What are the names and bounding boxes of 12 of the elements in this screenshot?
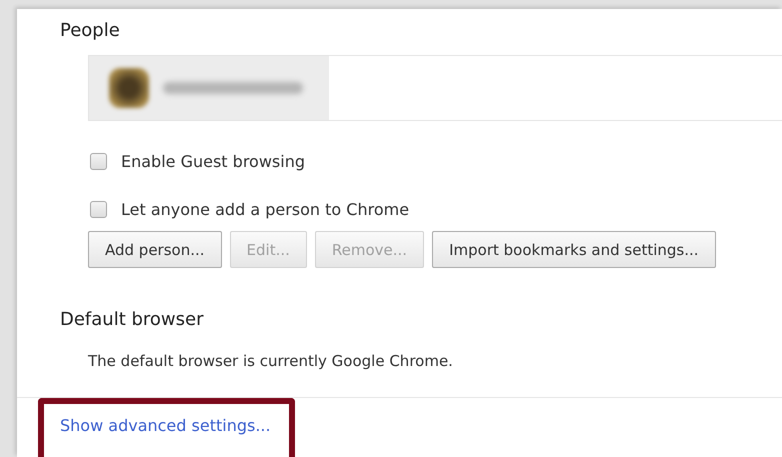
- checkbox-label: Enable Guest browsing: [121, 152, 305, 171]
- avatar-placeholder: [109, 68, 149, 108]
- section-heading: Default browser: [60, 309, 205, 330]
- people-button[interactable]: Import bookmarks and settings...: [432, 231, 716, 268]
- checkbox-label: Let anyone add a person to Chrome: [121, 200, 410, 219]
- people-button[interactable]: Add person...: [88, 231, 222, 268]
- default-browser-text: The default browser is currently Google Chrome.: [88, 352, 454, 370]
- checkbox[interactable]: [90, 201, 107, 218]
- section-heading: People: [60, 20, 121, 41]
- checkbox[interactable]: [90, 153, 107, 170]
- profile-card[interactable]: [88, 55, 782, 121]
- advanced-settings-link[interactable]: Show advanced settings...: [60, 416, 271, 435]
